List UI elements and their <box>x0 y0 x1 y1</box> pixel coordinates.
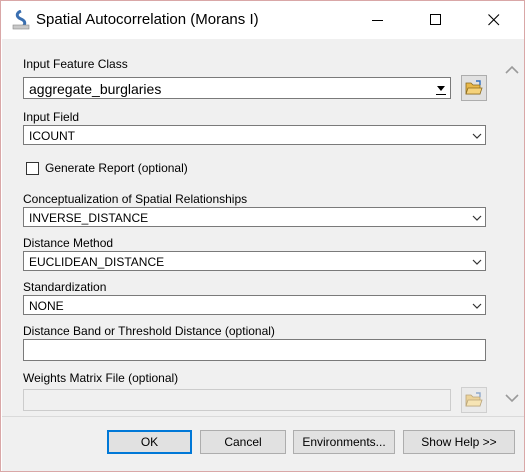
arcgis-tool-icon <box>12 9 30 30</box>
dropdown-underline <box>436 94 446 95</box>
maximize-button[interactable] <box>413 1 459 39</box>
dialog-window: Spatial Autocorrelation (Morans I) Input… <box>0 0 525 472</box>
cancel-button[interactable]: Cancel <box>200 430 286 454</box>
scroll-down-icon[interactable] <box>505 393 519 403</box>
input-feature-class-value: aggregate_burglaries <box>29 81 162 97</box>
input-field-value: ICOUNT <box>29 129 75 143</box>
scroll-up-icon[interactable] <box>505 65 519 75</box>
input-feature-class-label: Input Feature Class <box>23 57 128 71</box>
weights-matrix-label: Weights Matrix File (optional) <box>23 371 179 385</box>
open-folder-icon <box>465 80 483 95</box>
minimize-button[interactable] <box>355 1 401 39</box>
standardization-select[interactable]: NONE <box>23 295 486 315</box>
generate-report-label[interactable]: Generate Report (optional) <box>45 161 188 175</box>
browse-weights-matrix-button <box>461 387 487 413</box>
chevron-down-icon <box>472 133 482 139</box>
close-icon <box>488 14 500 26</box>
chevron-down-icon <box>472 259 482 265</box>
ok-button[interactable]: OK <box>107 430 192 454</box>
environments-button[interactable]: Environments... <box>293 430 395 454</box>
show-help-button[interactable]: Show Help >> <box>403 430 515 454</box>
generate-report-checkbox[interactable] <box>26 162 39 175</box>
distance-method-select[interactable]: EUCLIDEAN_DISTANCE <box>23 251 486 271</box>
minimize-icon <box>372 20 383 21</box>
open-folder-icon <box>465 392 483 407</box>
standardization-label: Standardization <box>23 280 107 294</box>
footer-divider <box>2 416 524 417</box>
input-field-label: Input Field <box>23 110 80 124</box>
input-field-select[interactable]: ICOUNT <box>23 125 486 145</box>
window-title: Spatial Autocorrelation (Morans I) <box>36 11 259 28</box>
conceptualization-select[interactable]: INVERSE_DISTANCE <box>23 207 486 227</box>
standardization-value: NONE <box>29 299 64 313</box>
dialog-body: Input Feature Class aggregate_burglaries… <box>2 39 524 471</box>
parameters-panel: Input Feature Class aggregate_burglaries… <box>2 43 524 415</box>
distance-band-label: Distance Band or Threshold Distance (opt… <box>23 324 275 338</box>
vertical-scrollbar[interactable] <box>502 53 522 409</box>
conceptualization-value: INVERSE_DISTANCE <box>29 211 149 225</box>
conceptualization-label: Conceptualization of Spatial Relationshi… <box>23 192 248 206</box>
input-feature-class-combo[interactable]: aggregate_burglaries <box>23 77 451 99</box>
distance-band-input[interactable] <box>23 339 486 361</box>
maximize-icon <box>430 14 441 25</box>
browse-feature-class-button[interactable] <box>461 75 487 101</box>
title-bar[interactable]: Spatial Autocorrelation (Morans I) <box>1 1 524 39</box>
weights-matrix-input <box>23 389 451 411</box>
close-button[interactable] <box>471 1 517 39</box>
combo-dropdown-button[interactable] <box>433 79 449 97</box>
distance-method-label: Distance Method <box>23 236 114 250</box>
chevron-down-icon <box>437 86 445 91</box>
distance-method-value: EUCLIDEAN_DISTANCE <box>29 255 165 269</box>
chevron-down-icon <box>472 303 482 309</box>
chevron-down-icon <box>472 215 482 221</box>
